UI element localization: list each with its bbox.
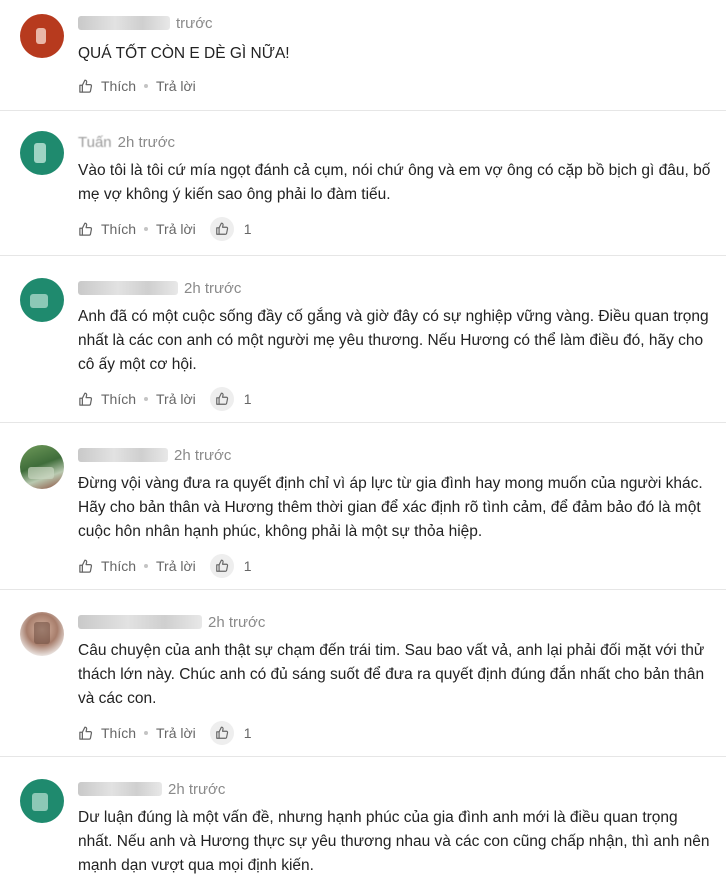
like-bubble xyxy=(209,387,234,411)
comment-meta: Tuấn 2h trước xyxy=(78,131,712,153)
comment-time: 2h trước xyxy=(117,133,176,151)
like-bubble xyxy=(209,554,234,578)
author-name[interactable] xyxy=(78,281,178,295)
avatar[interactable] xyxy=(20,779,64,823)
avatar[interactable] xyxy=(20,278,64,322)
comment-actions: Thích Trả lời 1 xyxy=(78,215,712,243)
like-button[interactable]: Thích xyxy=(78,78,136,94)
like-bubble xyxy=(209,721,234,745)
author-name[interactable]: Tuấn xyxy=(78,134,112,151)
thumbs-up-icon xyxy=(79,79,93,93)
separator-dot xyxy=(144,564,149,568)
comment-meta: 2h trước xyxy=(78,778,712,800)
reply-button[interactable]: Trả lời xyxy=(156,725,196,741)
comment-item: 2h trước Câu chuyện của anh thật sự chạm… xyxy=(0,590,726,757)
thumbs-up-icon xyxy=(79,222,93,236)
like-bubble xyxy=(209,217,234,241)
separator-dot xyxy=(144,731,149,735)
like-label: Thích xyxy=(101,725,137,741)
like-button[interactable]: Thích xyxy=(78,725,136,741)
avatar[interactable] xyxy=(20,445,64,489)
thumbs-up-icon xyxy=(79,559,93,573)
comment-text: Dư luận đúng là một vấn đề, nhưng hạnh p… xyxy=(78,809,710,874)
thumbs-up-icon xyxy=(79,726,93,740)
comment-text: Câu chuyện của anh thật sự chạm đến trái… xyxy=(78,642,705,707)
like-label: Thích xyxy=(101,391,137,407)
like-count-value: 1 xyxy=(243,725,252,741)
thumbs-up-icon xyxy=(215,559,228,572)
comment-item: 2h trước Đừng vội vàng đưa ra quyết định… xyxy=(0,423,726,590)
comment-time: 2h trước xyxy=(174,446,232,464)
separator-dot xyxy=(144,227,149,231)
avatar[interactable] xyxy=(20,14,64,58)
comment-time: 2h trước xyxy=(208,613,266,631)
comment-meta: trước xyxy=(78,12,712,34)
comment-meta: 2h trước xyxy=(78,444,712,466)
like-button[interactable]: Thích xyxy=(78,558,136,574)
comment-item: trước QUÁ TỐT CÒN E DÈ GÌ NỮA! Thích Trả… xyxy=(0,0,726,111)
like-count[interactable]: 1 xyxy=(209,387,252,411)
thumbs-up-icon xyxy=(215,392,228,405)
comment-actions: Thích Trả lời 1 xyxy=(78,719,712,747)
avatar[interactable] xyxy=(20,612,64,656)
comment-time: 2h trước xyxy=(168,780,226,798)
like-label: Thích xyxy=(101,78,137,94)
author-name[interactable] xyxy=(78,448,168,462)
author-name[interactable] xyxy=(78,16,170,30)
comment-text: Đừng vội vàng đưa ra quyết định chỉ vì á… xyxy=(78,475,703,540)
comment-text: Vào tôi là tôi cứ mía ngọt đánh cả cụm, … xyxy=(78,162,711,203)
like-count-value: 1 xyxy=(243,558,252,574)
author-name[interactable] xyxy=(78,615,202,629)
reply-button[interactable]: Trả lời xyxy=(156,391,196,407)
reply-button[interactable]: Trả lời xyxy=(156,221,196,237)
author-name[interactable] xyxy=(78,782,162,796)
like-label: Thích xyxy=(101,221,137,237)
comment-actions: Thích Trả lời 1 xyxy=(78,552,712,580)
comment-actions: Thích Trả lời 1 xyxy=(78,385,712,413)
like-count[interactable]: 1 xyxy=(209,217,252,241)
thumbs-up-icon xyxy=(215,726,228,739)
comment-text: QUÁ TỐT CÒN E DÈ GÌ NỮA! xyxy=(78,45,290,62)
thumbs-up-icon xyxy=(215,222,228,235)
comment-item: 2h trước Dư luận đúng là một vấn đề, như… xyxy=(0,757,726,874)
comment-feed: trước QUÁ TỐT CÒN E DÈ GÌ NỮA! Thích Trả… xyxy=(0,0,726,874)
separator-dot xyxy=(144,84,149,88)
comment-meta: 2h trước xyxy=(78,277,712,299)
comment-actions: Thích Trả lời xyxy=(78,72,712,100)
separator-dot xyxy=(144,397,149,401)
comment-meta: 2h trước xyxy=(78,611,712,633)
like-count-value: 1 xyxy=(243,221,252,237)
like-button[interactable]: Thích xyxy=(78,221,136,237)
comment-text: Anh đã có một cuộc sống đầy cố gắng và g… xyxy=(78,308,709,373)
comment-item: 2h trước Anh đã có một cuộc sống đầy cố … xyxy=(0,256,726,423)
reply-button[interactable]: Trả lời xyxy=(156,558,196,574)
comment-time: 2h trước xyxy=(184,279,242,297)
like-count-value: 1 xyxy=(243,391,252,407)
like-button[interactable]: Thích xyxy=(78,391,136,407)
like-count[interactable]: 1 xyxy=(209,721,252,745)
reply-button[interactable]: Trả lời xyxy=(156,78,196,94)
comment-item: Tuấn 2h trước Vào tôi là tôi cứ mía ngọt… xyxy=(0,111,726,256)
thumbs-up-icon xyxy=(79,392,93,406)
comment-time: trước xyxy=(176,14,213,32)
like-count[interactable]: 1 xyxy=(209,554,252,578)
like-label: Thích xyxy=(101,558,137,574)
avatar[interactable] xyxy=(20,131,64,175)
